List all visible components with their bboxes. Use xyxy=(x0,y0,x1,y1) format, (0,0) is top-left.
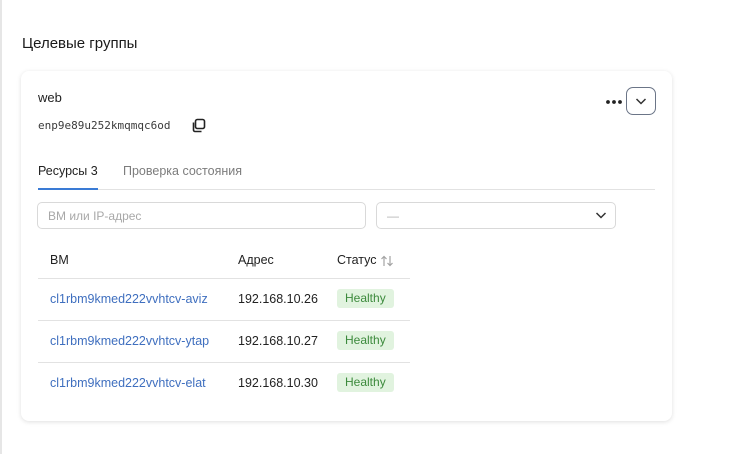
column-header-address: Адрес xyxy=(238,253,274,267)
chevron-down-icon xyxy=(635,97,647,105)
tab-health-check[interactable]: Проверка состояния xyxy=(123,164,242,188)
more-horizontal-icon[interactable] xyxy=(605,98,623,106)
vm-link[interactable]: cl1rbm9kmed222vvhtcv-elat xyxy=(50,376,206,390)
status-badge: Healthy xyxy=(337,289,394,308)
copy-icon[interactable] xyxy=(191,118,206,133)
tab-bar: Ресурсы 3 Проверка состояния xyxy=(38,161,655,190)
table-row: cl1rbm9kmed222vvhtcv-ytap 192.168.10.27 … xyxy=(38,321,410,363)
table-row: cl1rbm9kmed222vvhtcv-elat 192.168.10.30 … xyxy=(38,363,410,404)
column-header-vm: ВМ xyxy=(50,253,69,267)
target-group-card: web enp9e89u252kmqmqc6od Ресурсы 3 Прове… xyxy=(21,71,672,421)
table-header: ВМ Адрес Статус xyxy=(38,241,410,279)
resources-table: ВМ Адрес Статус cl1rbm9kmed222vvhtcv-avi… xyxy=(38,241,410,404)
status-filter-value: — xyxy=(387,209,399,223)
search-input[interactable] xyxy=(37,202,366,229)
expand-button[interactable] xyxy=(626,87,656,115)
status-badge: Healthy xyxy=(337,373,394,392)
status-badge: Healthy xyxy=(337,331,394,350)
column-header-status[interactable]: Статус xyxy=(337,253,394,267)
chevron-down-icon xyxy=(595,212,607,219)
sort-arrows-icon[interactable] xyxy=(380,255,394,267)
page-left-border xyxy=(0,0,2,454)
vm-link[interactable]: cl1rbm9kmed222vvhtcv-aviz xyxy=(50,292,208,306)
column-header-status-label: Статус xyxy=(337,253,377,267)
tab-resources[interactable]: Ресурсы 3 xyxy=(38,164,98,190)
table-row: cl1rbm9kmed222vvhtcv-aviz 192.168.10.26 … xyxy=(38,279,410,321)
ip-address: 192.168.10.26 xyxy=(238,292,318,306)
ip-address: 192.168.10.27 xyxy=(238,334,318,348)
vm-link[interactable]: cl1rbm9kmed222vvhtcv-ytap xyxy=(50,334,209,348)
page-title: Целевые группы xyxy=(22,35,138,52)
target-group-name: web xyxy=(38,90,62,105)
ip-address: 192.168.10.30 xyxy=(238,376,318,390)
target-group-id: enp9e89u252kmqmqc6od xyxy=(38,119,171,132)
status-filter-select[interactable]: — xyxy=(376,202,616,229)
